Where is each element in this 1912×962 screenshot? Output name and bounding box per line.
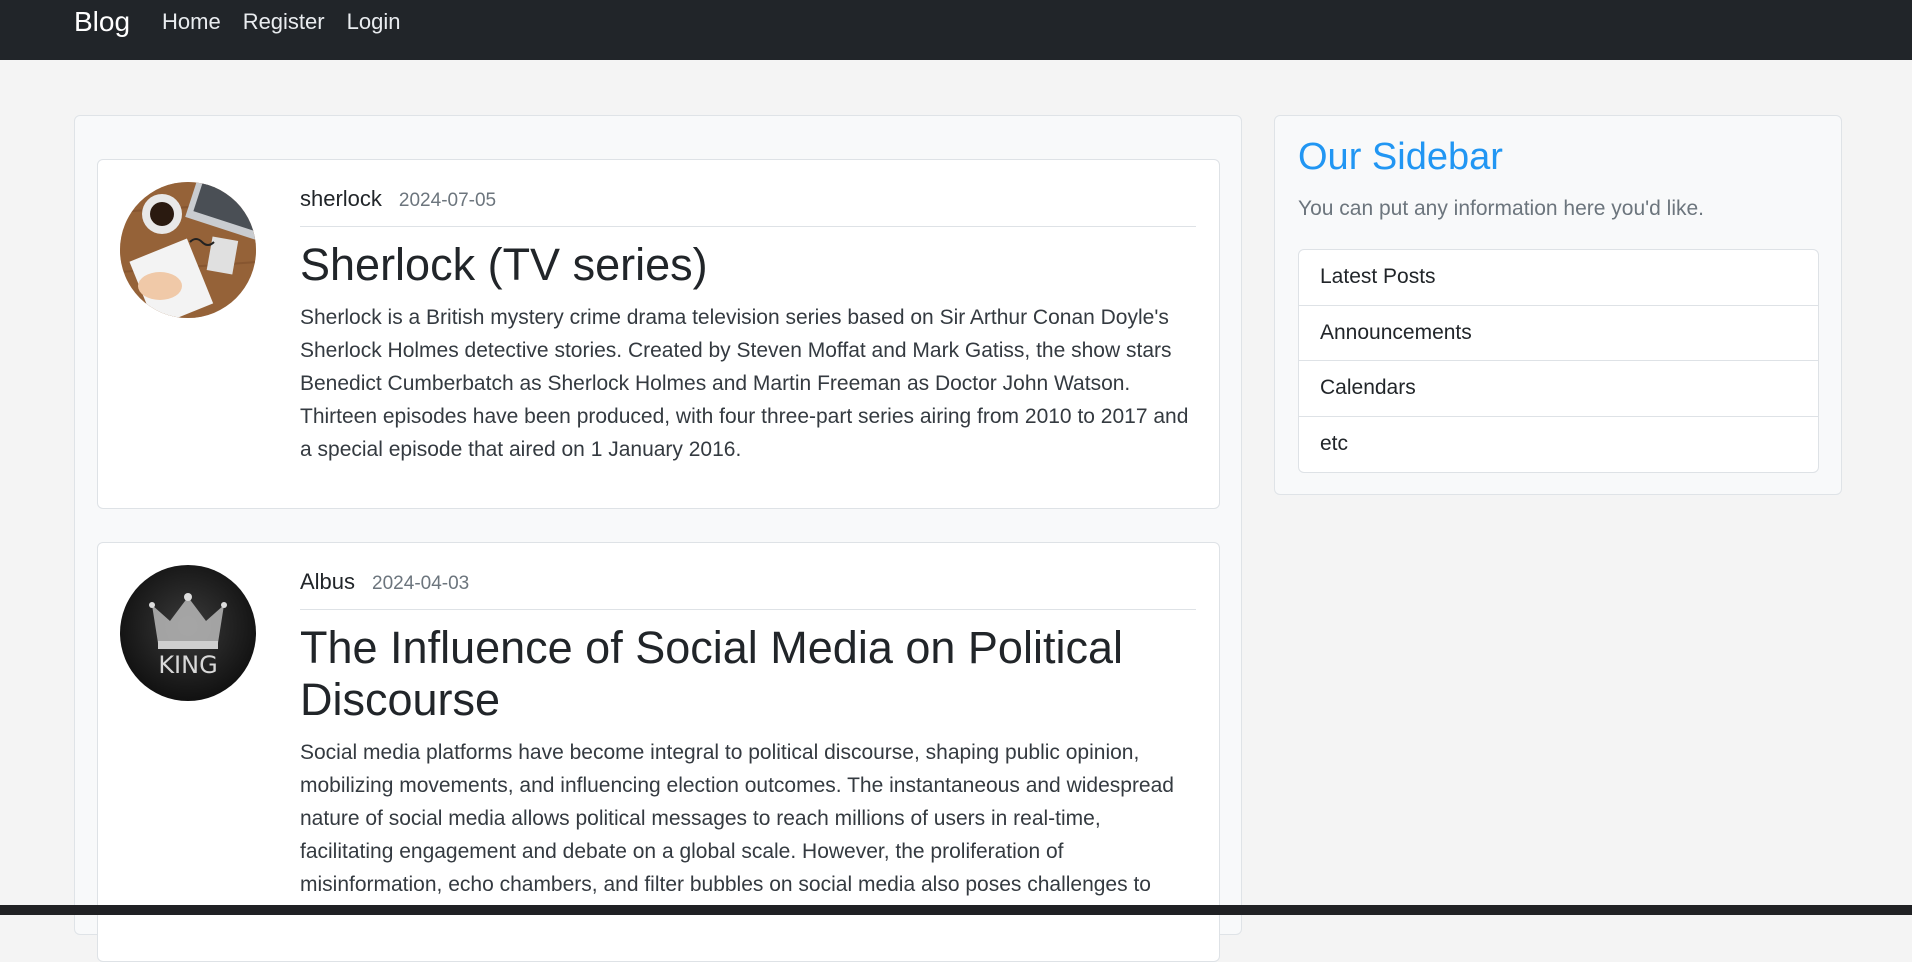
sidebar: Our Sidebar You can put any information … [1274,115,1842,495]
posts-section: sherlock 2024-07-05 Sherlock (TV series)… [74,115,1242,962]
crown-king-logo-icon: KING [120,565,256,701]
nav-register-link[interactable]: Register [243,10,325,34]
post-title-link[interactable]: Sherlock (TV series) [300,239,1196,291]
sidebar-item-announcements[interactable]: Announcements [1299,306,1818,361]
post-date: 2024-04-03 [372,573,470,594]
post-card: KING Albus 2024-04-03 The Influence of S… [97,542,1220,962]
sidebar-item-etc[interactable]: etc [1299,417,1818,473]
nav-login-link[interactable]: Login [347,10,401,34]
post-content: Social media platforms have become integ… [300,741,1174,896]
author-avatar: KING [120,565,256,701]
post-date: 2024-07-05 [398,190,497,211]
post-content: Sherlock is a British mystery crime dram… [300,306,1189,461]
nav-home-link[interactable]: Home [162,10,221,34]
top-navbar: Blog Home Register Login [0,0,1912,60]
taskbar-strip [0,905,1912,915]
post-meta: Albus 2024-04-03 [300,569,1196,610]
brand-link[interactable]: Blog [74,6,130,38]
avatar-king-text: KING [158,651,217,679]
author-avatar [120,182,256,318]
sidebar-list: Latest Posts Announcements Calendars etc [1298,249,1819,473]
sidebar-item-calendars[interactable]: Calendars [1299,361,1818,417]
sidebar-item-latest-posts[interactable]: Latest Posts [1299,250,1818,306]
post-author-link[interactable]: Albus [300,569,355,595]
nav-links: Home Register Login [162,10,400,34]
sidebar-description: You can put any information here you'd l… [1298,197,1704,220]
post-body: Albus 2024-04-03 The Influence of Social… [300,569,1196,901]
post-meta: sherlock 2024-07-05 [300,186,1196,227]
post-card: sherlock 2024-07-05 Sherlock (TV series)… [97,159,1220,509]
post-author-link[interactable]: sherlock [300,186,382,212]
post-title-link[interactable]: The Influence of Social Media on Politic… [300,622,1196,726]
post-body: sherlock 2024-07-05 Sherlock (TV series)… [300,186,1196,466]
sidebar-title: Our Sidebar [1298,136,1503,178]
desk-photo-icon [120,182,256,318]
